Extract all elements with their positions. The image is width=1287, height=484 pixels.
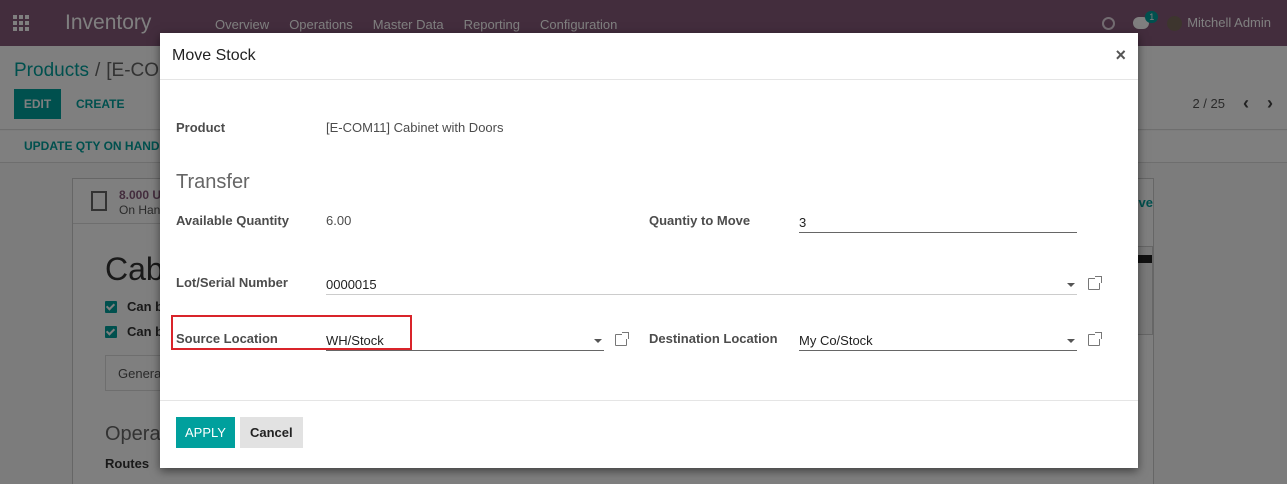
dialog-body: Product [E-COM11] Cabinet with Doors Tra… — [160, 81, 1138, 401]
apply-button[interactable]: APPLY — [176, 417, 235, 448]
lot-serial-value: 0000015 — [326, 277, 377, 292]
dialog-title: Move Stock — [172, 47, 256, 64]
cancel-button[interactable]: Cancel — [240, 417, 303, 448]
close-icon[interactable]: × — [1115, 45, 1126, 66]
dropdown-caret-icon[interactable] — [1067, 283, 1075, 287]
source-location-input[interactable]: WH/Stock — [326, 332, 604, 351]
transfer-heading: Transfer — [176, 171, 250, 193]
source-location-value: WH/Stock — [326, 333, 384, 348]
source-location-label: Source Location — [176, 331, 278, 346]
destination-location-value: My Co/Stock — [799, 333, 873, 348]
available-qty-label: Available Quantity — [176, 213, 289, 228]
dialog-header: Move Stock × — [160, 33, 1138, 80]
dropdown-caret-icon[interactable] — [1067, 339, 1075, 343]
lot-serial-input[interactable]: 0000015 — [326, 276, 1077, 295]
move-stock-dialog: Move Stock × Product [E-COM11] Cabinet w… — [160, 33, 1138, 468]
external-link-icon[interactable] — [1088, 276, 1102, 290]
destination-location-label: Destination Location — [649, 331, 778, 346]
destination-location-input[interactable]: My Co/Stock — [799, 332, 1077, 351]
qty-to-move-label: Quantiy to Move — [649, 213, 751, 228]
dropdown-caret-icon[interactable] — [594, 339, 602, 343]
dialog-footer: APPLY Cancel — [160, 400, 1138, 468]
product-value: [E-COM11] Cabinet with Doors — [326, 120, 504, 135]
lot-serial-label: Lot/Serial Number — [176, 275, 288, 290]
external-link-icon[interactable] — [1088, 332, 1102, 346]
available-qty-value: 6.00 — [326, 213, 352, 228]
product-label: Product — [176, 120, 226, 135]
qty-to-move-input[interactable]: 3 — [799, 214, 1077, 233]
qty-to-move-value: 3 — [799, 215, 807, 230]
external-link-icon[interactable] — [615, 332, 629, 346]
